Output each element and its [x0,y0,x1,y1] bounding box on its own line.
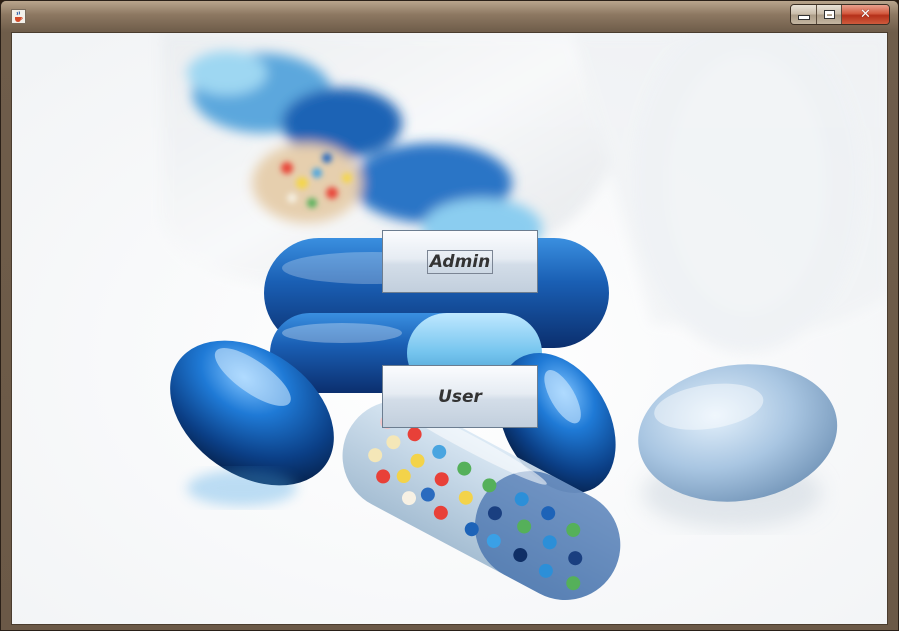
admin-button[interactable]: Admin [382,230,538,293]
java-cup-icon[interactable] [11,9,26,24]
user-button-label: User [438,386,482,407]
admin-button-label: Admin [426,249,494,274]
maximize-button[interactable] [817,5,842,24]
title-bar[interactable]: ✕ [1,1,898,31]
maximize-icon [823,10,835,19]
main-panel: Admin User [11,32,888,625]
user-button[interactable]: User [382,365,538,428]
medicine-capsules-photo [12,33,887,624]
window-controls: ✕ [790,4,890,25]
close-button[interactable]: ✕ [842,5,889,24]
minimize-button[interactable] [791,5,817,24]
close-icon: ✕ [860,7,871,22]
application-window: ✕ Admin User [0,0,899,631]
minimize-icon [797,15,810,20]
